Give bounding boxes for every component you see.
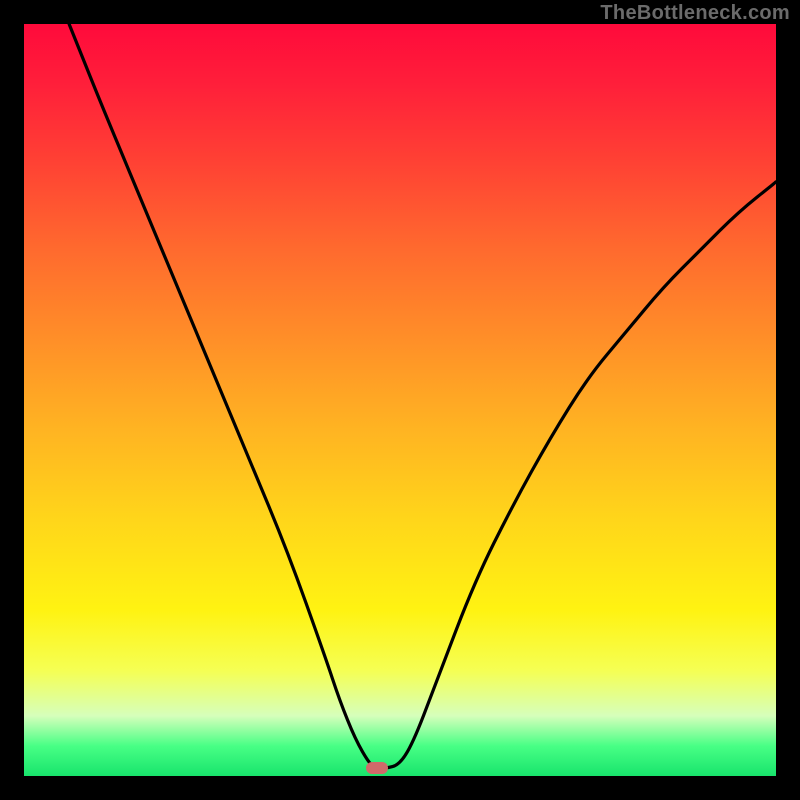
watermark-text: TheBottleneck.com <box>600 2 790 25</box>
chart-frame: TheBottleneck.com <box>0 0 800 800</box>
curve-layer <box>24 24 776 776</box>
minimum-marker <box>366 762 388 774</box>
plot-area <box>24 24 776 776</box>
bottleneck-curve <box>69 24 776 769</box>
